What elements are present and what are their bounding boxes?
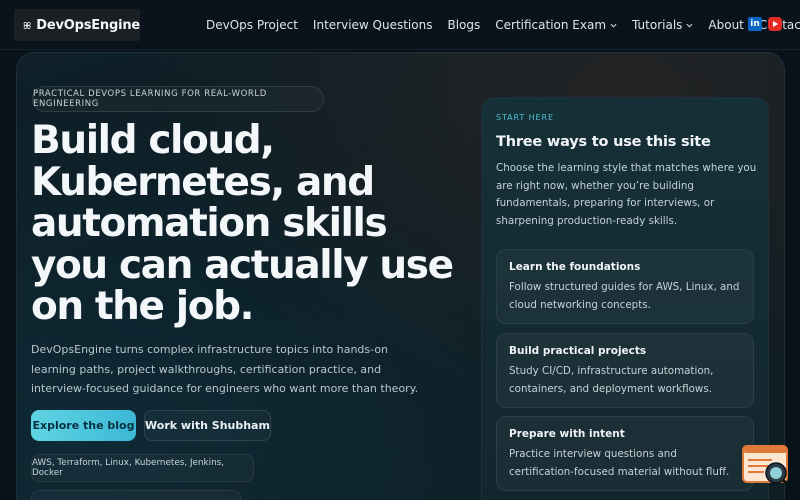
chevron-down-icon: [610, 23, 617, 28]
nav-interview-questions[interactable]: Interview Questions: [313, 18, 433, 32]
nav-blogs[interactable]: Blogs: [447, 18, 480, 32]
linkedin-icon[interactable]: in: [748, 17, 762, 31]
hero-headline: Build cloud, Kubernetes, and automation …: [31, 118, 454, 329]
nav-label: About: [708, 18, 744, 32]
work-with-shubham-button[interactable]: Work with Shubham: [144, 410, 271, 441]
panel-description: Choose the learning style that matches w…: [496, 162, 757, 227]
flower-logo-icon: [23, 21, 31, 29]
card-learn-foundations[interactable]: Learn the foundations Follow structured …: [496, 249, 754, 324]
chevron-down-icon: [686, 23, 693, 28]
card-body: Follow structured guides for AWS, Linux,…: [509, 281, 740, 311]
nav-tutorials[interactable]: Tutorials: [632, 18, 693, 32]
main-menu: DevOps Project Interview Questions Blogs…: [206, 0, 800, 50]
nav-label: DevOps Project: [206, 18, 298, 32]
card-title: Build practical projects: [509, 345, 647, 357]
panel-eyebrow: START HERE: [496, 113, 554, 122]
nav-devops-project[interactable]: DevOps Project: [206, 18, 298, 32]
nav-about[interactable]: About: [708, 18, 743, 32]
nav-label: Interview Questions: [312, 18, 433, 32]
explore-blog-button[interactable]: Explore the blog: [31, 410, 136, 441]
nav-label: Tutorials: [632, 18, 683, 32]
panel-title: Three ways to use this site: [496, 134, 711, 150]
reading-assistant-icon[interactable]: [742, 444, 792, 488]
card-prepare-intent[interactable]: Prepare with intent Practice interview q…: [496, 416, 754, 491]
card-body: Study CI/CD, infrastructure automation, …: [509, 365, 714, 395]
top-navbar: DevOpsEngine DevOps Project Interview Qu…: [0, 0, 800, 50]
brand-name: DevOpsEngine: [36, 17, 140, 33]
nav-label: Certification Exam: [495, 18, 607, 32]
card-title: Prepare with intent: [509, 428, 625, 440]
nav-certification-exam[interactable]: Certification Exam: [495, 18, 617, 32]
hero-lead-text: DevOpsEngine turns complex infrastructur…: [31, 343, 419, 395]
card-build-projects[interactable]: Build practical projects Study CI/CD, in…: [496, 333, 754, 408]
card-title: Learn the foundations: [509, 261, 641, 273]
youtube-icon[interactable]: [768, 17, 782, 31]
hero-eyebrow-pill: PRACTICAL DEVOPS LEARNING FOR REAL-WORLD…: [32, 86, 324, 112]
secondary-tag-pill: [31, 490, 241, 500]
card-body: Practice interview questions and certifi…: [509, 448, 730, 478]
site-logo[interactable]: DevOpsEngine: [14, 9, 140, 41]
nav-label: Blogs: [447, 18, 481, 32]
tech-tags-pill: AWS, Terraform, Linux, Kubernetes, Jenki…: [31, 454, 254, 482]
